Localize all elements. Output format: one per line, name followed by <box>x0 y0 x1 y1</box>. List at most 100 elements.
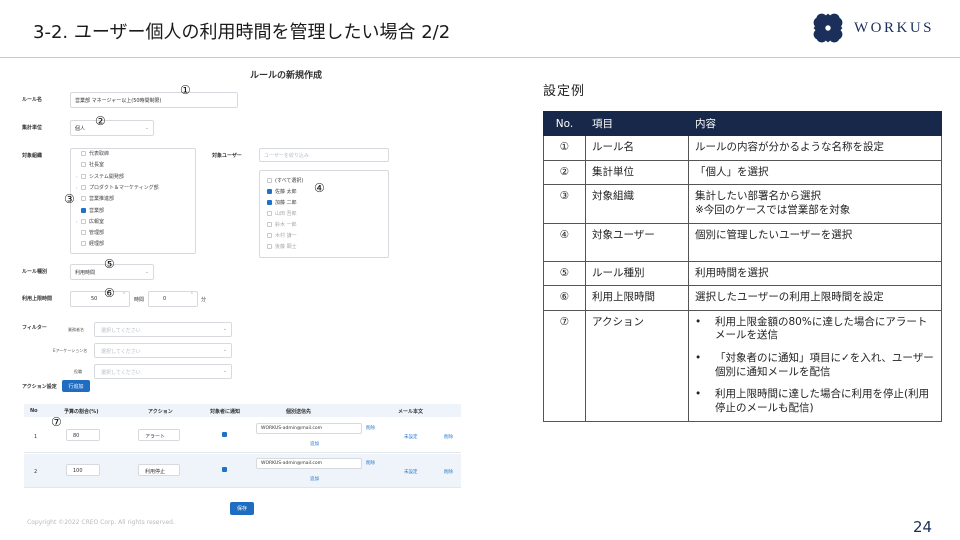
filter-select[interactable]: 選択してください ⌄ <box>94 322 232 337</box>
col-content: 内容 <box>688 111 942 136</box>
step-marker: ③ <box>64 192 75 206</box>
step-marker: ⑥ <box>104 286 115 300</box>
org-tree-item[interactable]: 代表取締 <box>76 150 109 157</box>
percent-input[interactable]: 100 <box>66 464 100 476</box>
example-item: 利用上限時間 <box>585 285 689 311</box>
org-tree-item[interactable]: › 広報室 <box>76 218 104 225</box>
filter-placeholder: 選択してください <box>101 349 141 355</box>
checkbox[interactable] <box>81 151 86 156</box>
percent-input[interactable]: 80 <box>66 429 100 441</box>
row-delete-link[interactable]: 削除 <box>444 469 453 475</box>
example-item: 集計単位 <box>585 159 689 186</box>
rule-type-label: ルール種別 <box>22 269 48 275</box>
checkbox[interactable] <box>81 162 86 168</box>
org-item-label: 管理部 <box>89 230 105 237</box>
checkbox[interactable] <box>267 222 272 227</box>
email-delete-link[interactable]: 削除 <box>366 460 375 466</box>
content-line: 個別に管理したいユーザーを選択 <box>695 228 853 241</box>
save-button[interactable]: 保存 <box>230 502 254 515</box>
action-value: アラート <box>145 434 166 440</box>
notify-checkbox[interactable] <box>222 432 227 437</box>
org-tree-item[interactable]: 経理部 <box>76 240 104 247</box>
chevron-down-icon: ⌄ <box>144 125 149 131</box>
example-item: 対象組織 <box>585 184 689 224</box>
percent-value: 80 <box>73 433 80 439</box>
action-setting-label: アクション設定 <box>22 384 57 390</box>
org-tree-item[interactable]: 営業部 <box>76 207 104 214</box>
filter-select[interactable]: 選択してください ⌄ <box>94 343 232 358</box>
step-marker: ① <box>180 83 191 97</box>
email-delete-link[interactable]: 削除 <box>366 425 375 431</box>
filter-name: Eアーケーション名 <box>53 348 88 353</box>
stepper-icon[interactable]: ⌃ <box>190 292 194 298</box>
rule-name-input[interactable]: 営業部 マネージャー以上(50時間制限) <box>70 92 238 108</box>
limit-hours-input[interactable]: 50 ⌃ <box>70 291 130 307</box>
action-select[interactable]: 利用停止 <box>138 464 180 476</box>
filter-select[interactable]: 選択してください ⌄ <box>94 364 232 379</box>
example-content: 集計したい部署名から選択 ※今回のケースでは営業部を対象 <box>688 184 942 224</box>
example-item: 対象ユーザー <box>585 222 689 262</box>
org-tree-item[interactable]: 営業推進部 <box>76 195 114 202</box>
checkbox[interactable] <box>267 233 272 238</box>
table-header-cell: 個別送信先 <box>286 409 312 415</box>
example-item: ルール名 <box>585 135 689 161</box>
checkbox[interactable] <box>267 178 272 183</box>
notify-checkbox[interactable] <box>222 467 227 472</box>
user-item-label: 木村 謙一 <box>275 233 297 239</box>
checkbox[interactable] <box>267 244 272 249</box>
example-content: 選択したユーザーの利用上限時間を設定 <box>688 285 942 311</box>
org-tree-item[interactable]: › プロダクト＆マーケティング部 <box>76 184 159 191</box>
example-content: 「個人」を選択 <box>688 159 942 186</box>
checkbox[interactable] <box>267 211 272 216</box>
example-content: 利用時間を選択 <box>688 260 942 287</box>
mail-body-link[interactable]: 未設定 <box>404 434 418 440</box>
user-item[interactable]: 後藤 顕士 <box>267 243 297 250</box>
user-item[interactable]: 山田 吾郎 <box>267 210 297 217</box>
limit-label: 利用上限時間 <box>22 296 53 302</box>
bullet-text: 利用上限金額の80%に達した場合にアラートメールを送信 <box>715 315 928 342</box>
org-tree-item[interactable]: 管理部 <box>76 229 104 236</box>
user-item[interactable]: 加藤 二郎 <box>267 199 297 206</box>
table-header-cell: メール本文 <box>398 409 424 415</box>
content-line: ※今回のケースでは営業部を対象 <box>695 203 851 216</box>
action-select[interactable]: アラート <box>138 429 180 441</box>
filter-name: 業務者名 <box>68 327 84 332</box>
user-item[interactable]: 木村 謙一 <box>267 232 297 239</box>
content-line: 「個人」を選択 <box>695 165 769 178</box>
email-add-link[interactable]: 追加 <box>310 441 319 447</box>
chevron-down-icon: ⌄ <box>222 347 227 353</box>
bullet-dot: • <box>695 352 702 365</box>
org-tree-item[interactable]: 社長室 <box>76 161 104 168</box>
org-item-label: プロダクト＆マーケティング部 <box>89 184 159 191</box>
checkbox[interactable] <box>81 207 86 213</box>
example-row: ④ 対象ユーザー 個別に管理したいユーザーを選択 <box>543 222 942 262</box>
example-header-row: No. 項目 内容 <box>543 111 942 136</box>
aggregate-select[interactable]: 個人 ⌄ <box>70 120 154 136</box>
checkbox[interactable] <box>267 200 272 205</box>
mail-body-link[interactable]: 未設定 <box>404 469 418 475</box>
checkbox[interactable] <box>81 241 86 247</box>
user-item[interactable]: (すべて選択) <box>267 177 303 184</box>
checkbox[interactable] <box>81 184 86 190</box>
checkbox[interactable] <box>81 173 86 179</box>
email-input[interactable]: WORKUS-admin@mail.com <box>256 458 362 469</box>
email-add-link[interactable]: 追加 <box>310 476 319 482</box>
checkbox[interactable] <box>81 230 86 236</box>
email-input[interactable]: WORKUS-admin@mail.com <box>256 423 362 434</box>
checkbox[interactable] <box>81 218 86 224</box>
org-tree-item[interactable]: › システム開発部 <box>76 173 124 180</box>
add-row-button[interactable]: 行追加 <box>62 380 90 392</box>
row-delete-link[interactable]: 削除 <box>444 434 453 440</box>
checkbox[interactable] <box>267 189 272 194</box>
user-item[interactable]: 鈴木 一郎 <box>267 221 297 228</box>
user-item[interactable]: 佐藤 太郎 <box>267 188 297 195</box>
example-item: ルール種別 <box>585 260 689 287</box>
user-search-input[interactable]: ユーザーを絞り込み <box>259 148 389 162</box>
col-item: 項目 <box>585 111 689 136</box>
user-item-label: 加藤 二郎 <box>275 200 297 206</box>
bullet-text: 利用上限時間に達した場合に利用を停止(利用停止のメールも配信) <box>715 388 930 415</box>
example-no: ③ <box>543 184 586 224</box>
stepper-icon[interactable]: ⌃ <box>122 292 126 298</box>
limit-minutes-input[interactable]: 0 ⌃ <box>148 291 198 307</box>
checkbox[interactable] <box>81 196 86 202</box>
